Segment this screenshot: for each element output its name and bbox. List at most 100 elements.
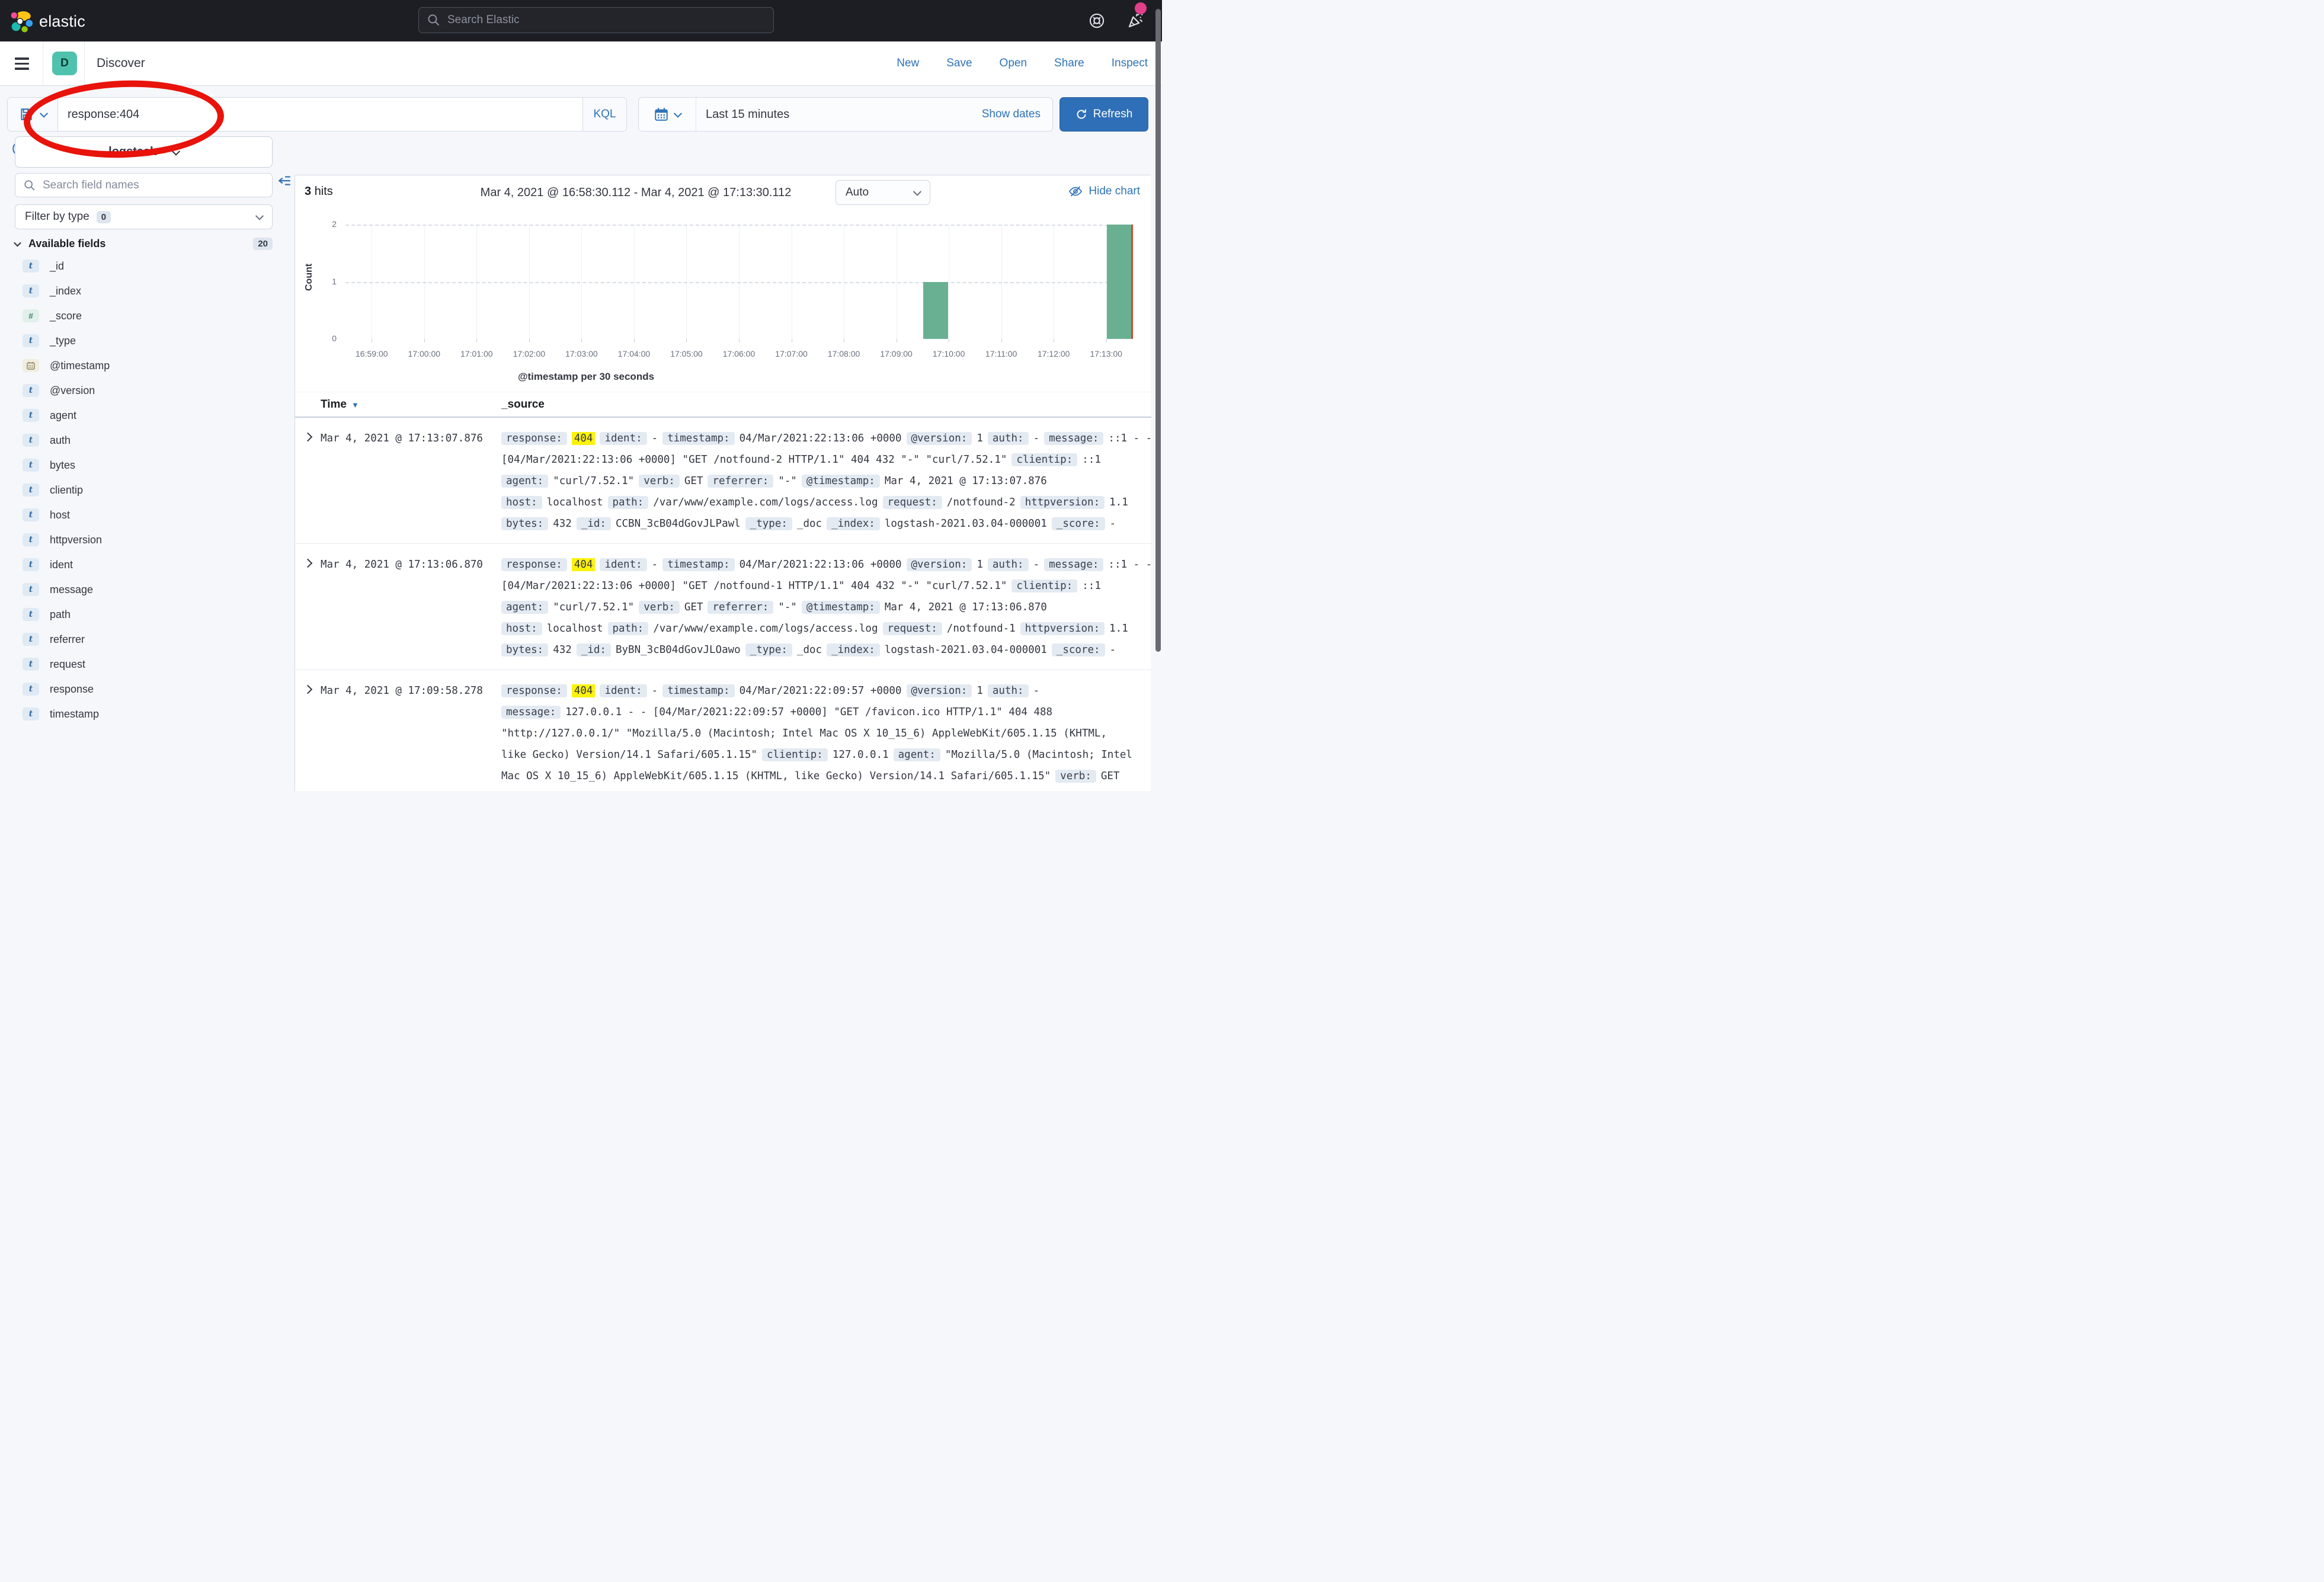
field-item-_type[interactable]: t_type <box>23 333 283 348</box>
source-value: - <box>1033 559 1040 571</box>
source-field-name: _type: <box>745 643 792 657</box>
field-item-httpversion[interactable]: thttpversion <box>23 532 283 547</box>
action-new-button[interactable]: New <box>897 57 919 70</box>
field-item-referrer[interactable]: treferrer <box>23 632 283 647</box>
field-label: _id <box>50 260 64 273</box>
field-item-host[interactable]: thost <box>23 507 283 523</box>
global-search-input[interactable]: Search Elastic <box>418 7 774 33</box>
field-label: ident <box>50 559 73 571</box>
field-item-response[interactable]: tresponse <box>23 681 283 697</box>
x-tick-label: 17:10:00 <box>922 349 975 358</box>
news-feed-icon[interactable] <box>1126 12 1144 30</box>
source-field-name: path: <box>608 496 649 509</box>
filter-by-type-dropdown[interactable]: Filter by type 0 <box>15 204 273 229</box>
column-header-source: _source <box>501 392 545 417</box>
elastic-logo[interactable]: elastic <box>9 9 85 33</box>
date-quick-select-button[interactable] <box>639 98 696 131</box>
field-item-timestamp[interactable]: ttimestamp <box>23 706 283 722</box>
available-fields-count-badge: 20 <box>253 238 273 250</box>
expand-doc-button[interactable] <box>295 554 321 661</box>
field-type-string-icon: t <box>23 384 39 397</box>
column-header-time[interactable]: Time▼ <box>321 392 359 417</box>
source-field-name: ident: <box>600 684 646 697</box>
source-value: 432 <box>553 644 572 656</box>
source-field-name: verb: <box>639 475 680 488</box>
source-value: 127.0.0.1 - - [04/Mar/2021:22:09:57 +000… <box>565 706 1052 718</box>
source-value: - <box>652 685 658 697</box>
query-language-button[interactable]: KQL <box>582 98 626 131</box>
action-save-button[interactable]: Save <box>946 57 972 70</box>
show-dates-button[interactable]: Show dates <box>982 98 1052 131</box>
axis-tick <box>1001 339 1002 342</box>
field-item-_score[interactable]: #_score <box>23 308 283 324</box>
x-tick-label: 17:03:00 <box>555 349 608 358</box>
source-field-name: @version: <box>907 558 972 571</box>
source-value: "curl/7.52.1" <box>553 601 634 613</box>
histogram-chart[interactable]: Count @timestamp per 30 seconds 16:59:00… <box>295 175 1151 389</box>
action-share-button[interactable]: Share <box>1054 57 1084 70</box>
source-value: - <box>1033 685 1040 697</box>
source-field-name: verb: <box>1055 770 1096 783</box>
field-search-input[interactable]: Search field names <box>15 173 273 197</box>
source-line: "http://127.0.0.1/" "Mozilla/5.0 (Macint… <box>501 723 1143 744</box>
notification-badge <box>1135 2 1147 14</box>
doc-source-cell: response:404ident:-timestamp:04/Mar/2021… <box>501 554 1143 661</box>
available-fields-header[interactable]: Available fields 20 <box>15 235 273 252</box>
filter-by-type-label: Filter by type <box>25 210 89 223</box>
field-label: clientip <box>50 484 83 497</box>
x-tick-label: 17:12:00 <box>1027 349 1080 358</box>
calendar-field-icon <box>26 361 36 370</box>
field-item-message[interactable]: tmessage <box>23 582 283 597</box>
x-tick-label: 17:00:00 <box>398 349 451 358</box>
field-item-request[interactable]: trequest <box>23 657 283 672</box>
source-line: agent:"curl/7.52.1"verb:GETreferrer:"-"@… <box>501 470 1143 492</box>
source-value: 1 <box>977 433 983 444</box>
time-range-value[interactable]: Last 15 minutes <box>696 98 982 131</box>
source-value: - <box>1033 433 1040 444</box>
refresh-button[interactable]: Refresh <box>1059 97 1148 132</box>
field-item-_index[interactable]: t_index <box>23 283 283 299</box>
discover-app-badge[interactable]: D <box>52 52 77 75</box>
x-tick-label: 17:07:00 <box>765 349 818 358</box>
help-icon[interactable] <box>1089 12 1105 29</box>
source-field-name: referrer: <box>708 475 773 488</box>
field-item-clientip[interactable]: tclientip <box>23 482 283 498</box>
field-item-path[interactable]: tpath <box>23 607 283 622</box>
page-scrollbar[interactable] <box>1155 9 1161 652</box>
field-item-ident[interactable]: tident <box>23 557 283 572</box>
axis-tick <box>581 339 582 342</box>
doc-time-cell: Mar 4, 2021 @ 17:13:06.870 <box>321 554 501 661</box>
documents-table: Mar 4, 2021 @ 17:13:07.876response:404id… <box>295 418 1151 791</box>
source-field-name: _index: <box>827 517 880 530</box>
source-field-name: response: <box>501 558 567 571</box>
source-value: ::1 <box>1082 580 1101 592</box>
field-item-_id[interactable]: t_id <box>23 258 283 274</box>
field-search-placeholder: Search field names <box>43 179 139 192</box>
source-line: message:127.0.0.1 - - [04/Mar/2021:22:09… <box>501 702 1143 723</box>
field-item-@version[interactable]: t@version <box>23 383 283 398</box>
search-icon <box>427 14 440 27</box>
field-item-auth[interactable]: tauth <box>23 433 283 448</box>
collapse-sidebar-button[interactable] <box>277 174 292 191</box>
action-open-button[interactable]: Open <box>1000 57 1027 70</box>
expand-doc-button[interactable] <box>295 428 321 534</box>
field-item-@timestamp[interactable]: @timestamp <box>23 358 283 373</box>
action-inspect-button[interactable]: Inspect <box>1112 57 1148 70</box>
field-item-agent[interactable]: tagent <box>23 408 283 423</box>
source-value: 04/Mar/2021:22:13:06 +0000 <box>740 433 902 444</box>
source-line: response:404ident:-timestamp:04/Mar/2021… <box>501 554 1143 575</box>
source-field-name: agent: <box>501 601 548 614</box>
source-value: 1 <box>977 559 983 571</box>
source-value: Mar 4, 2021 @ 17:13:06.870 <box>885 601 1047 613</box>
field-item-bytes[interactable]: tbytes <box>23 457 283 473</box>
histogram-bar[interactable] <box>923 282 947 340</box>
chevron-down-icon <box>255 212 264 220</box>
source-field-name: auth: <box>988 432 1029 445</box>
fields-sidebar: logstash-* Search field names Filter by … <box>0 86 294 791</box>
index-pattern-selector[interactable]: logstash-* <box>15 136 273 168</box>
y-tick-label: 0 <box>313 334 337 343</box>
histogram-bar[interactable] <box>1107 225 1131 339</box>
menu-hamburger-icon[interactable] <box>15 57 29 70</box>
expand-doc-button[interactable] <box>295 680 321 787</box>
source-field-name: path: <box>608 622 649 635</box>
